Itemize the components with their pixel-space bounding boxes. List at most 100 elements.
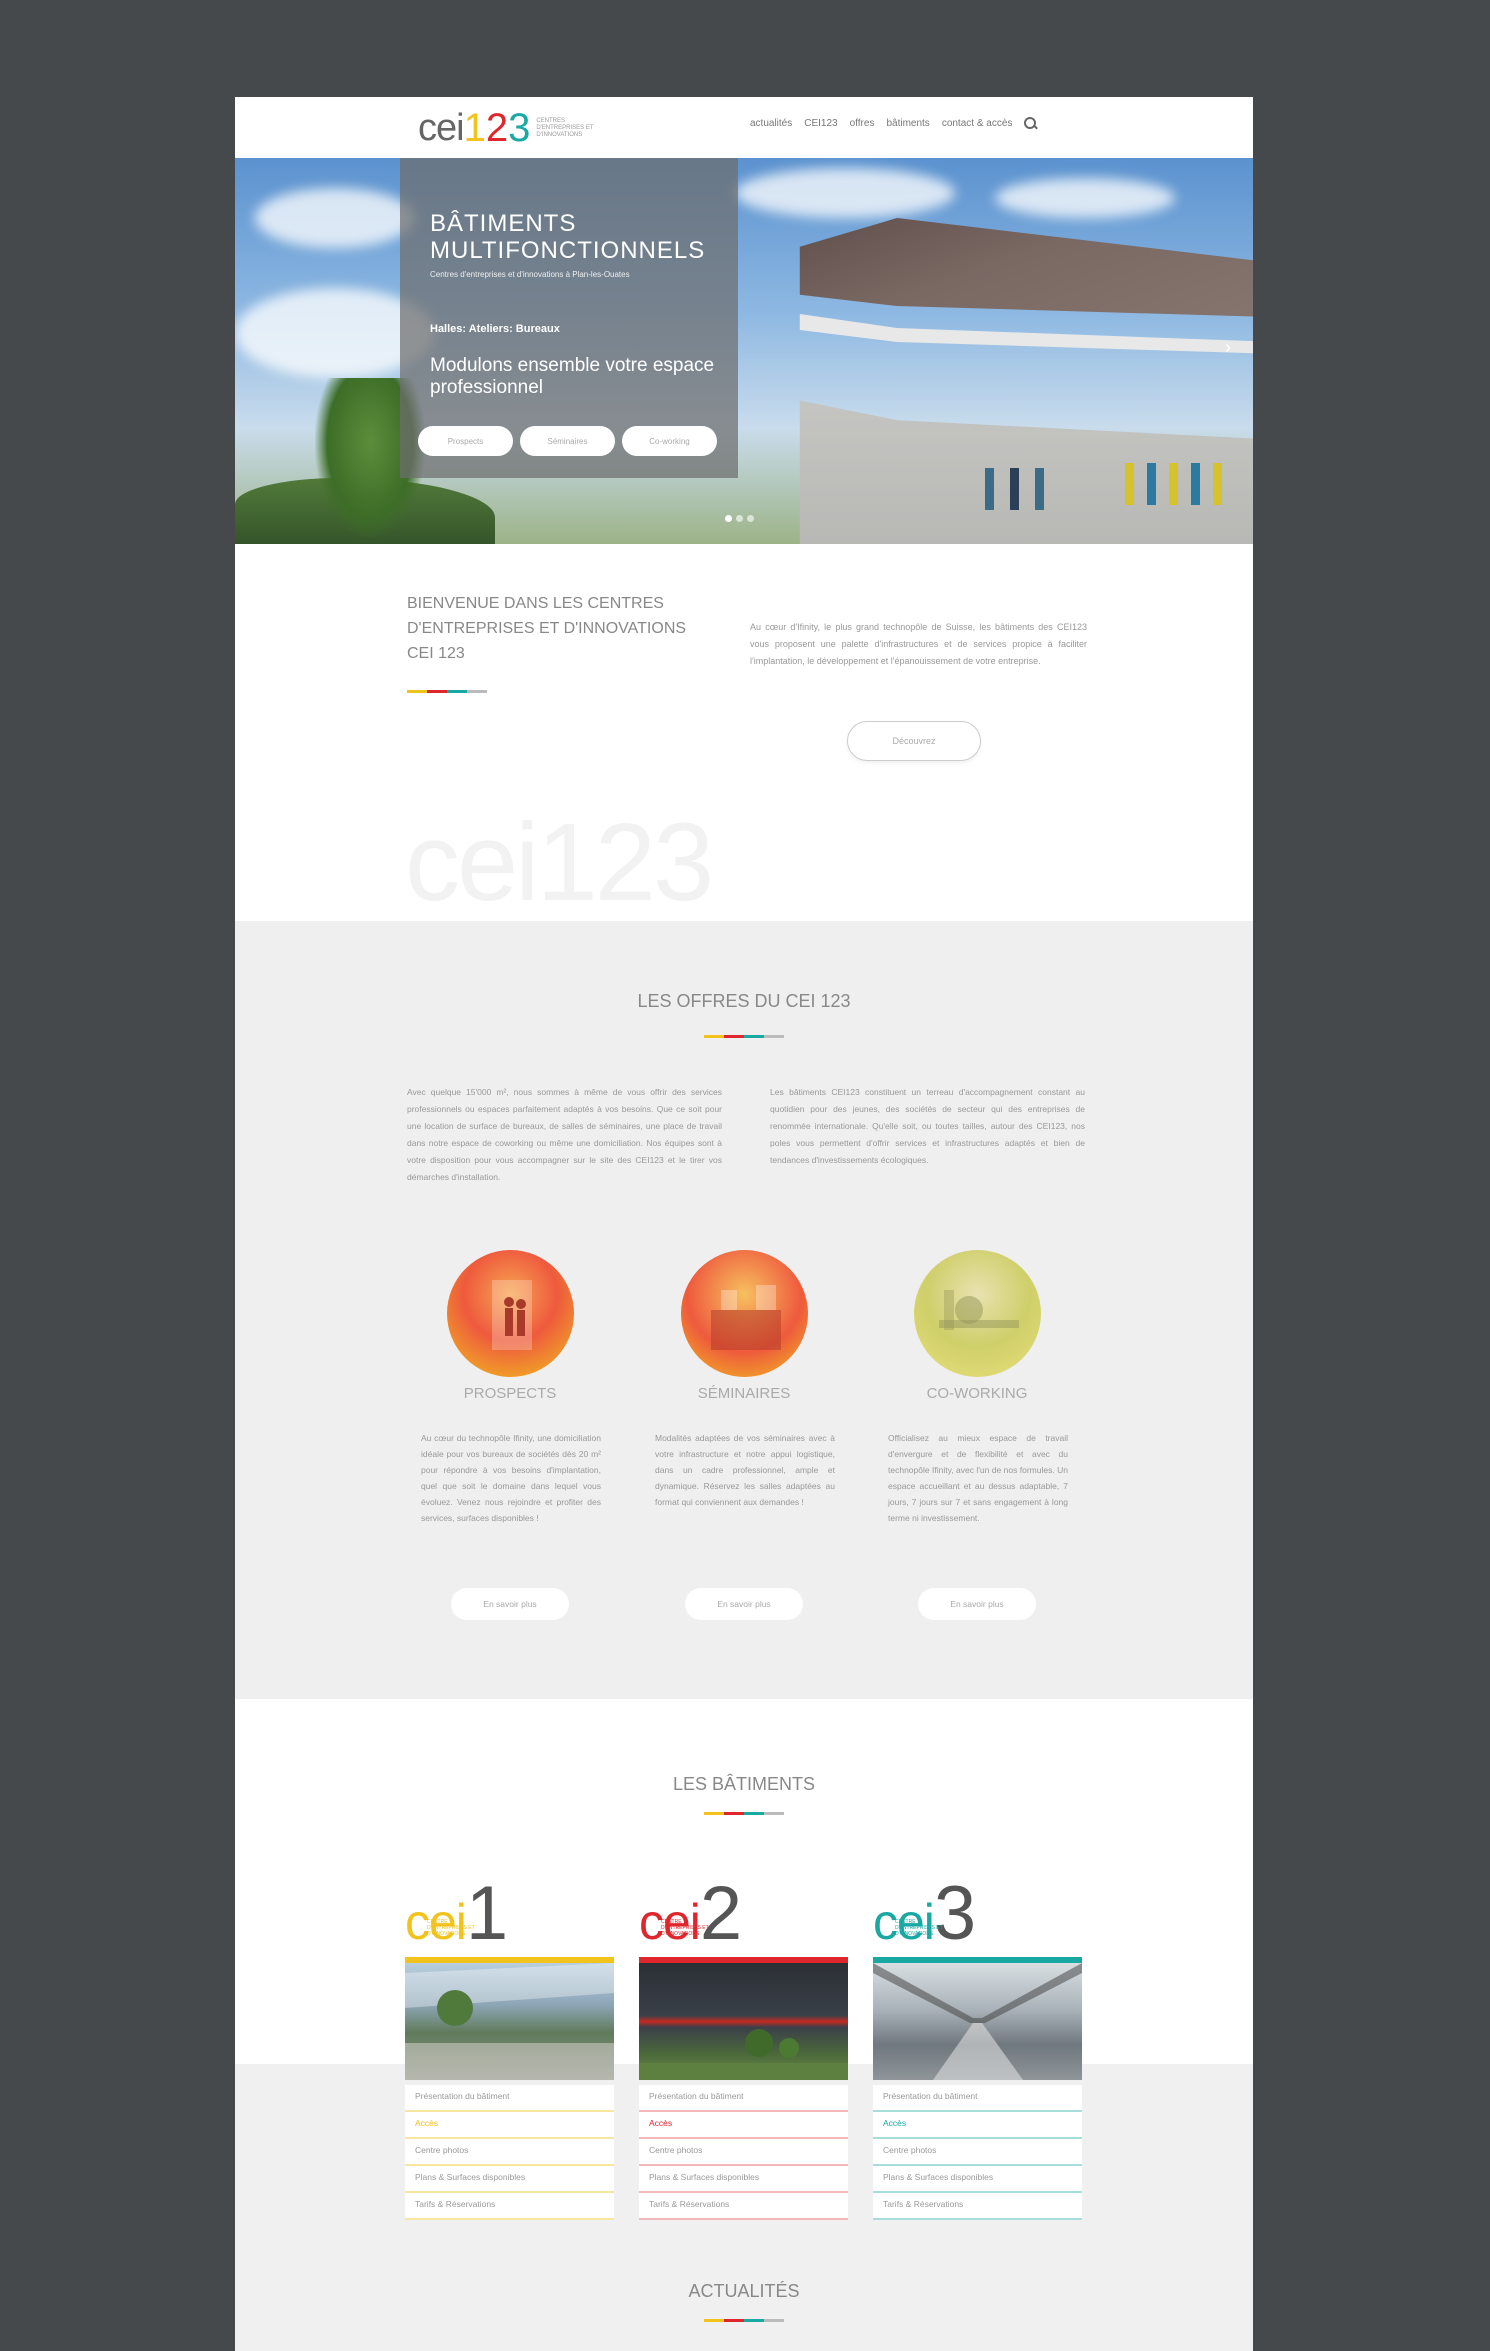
- hero-coworking-button[interactable]: Co-working: [622, 426, 717, 456]
- offer-prospects-image: [447, 1250, 574, 1377]
- building-menu: Présentation du bâtiment Accès Centre ph…: [873, 2085, 1082, 2220]
- logo-word: cei: [418, 106, 465, 149]
- nav-item-contact[interactable]: contact & accès: [942, 118, 1013, 129]
- building-window: [1169, 463, 1178, 505]
- search-icon[interactable]: [1024, 117, 1037, 130]
- building-menu-item[interactable]: Accès: [873, 2112, 1082, 2139]
- slider-dot[interactable]: [736, 515, 743, 522]
- offer-text: Officialisez au mieux espace de travail …: [888, 1433, 1068, 1523]
- building-logo-tagline: Centre d'entreprises et d'innovations: [427, 1919, 475, 1937]
- offer-text: Au cœur du technopôle Ifinity, une domic…: [421, 1433, 601, 1523]
- slider-dots: [725, 515, 754, 522]
- logo-digit-2: 2: [485, 105, 509, 150]
- building-menu-item[interactable]: Tarifs & Réservations: [405, 2193, 614, 2220]
- buildings-section: Les bâtiments cei 1 Centre d'entreprises…: [235, 1699, 1253, 2351]
- building-window: [1035, 468, 1044, 510]
- building-menu: Présentation du bâtiment Accès Centre ph…: [405, 2085, 614, 2220]
- building-window: [1213, 463, 1222, 505]
- slider-dot[interactable]: [747, 515, 754, 522]
- site-header: cei 1 2 3 Centres d'entreprises et d'inn…: [235, 97, 1253, 158]
- offer-text: Modalités adaptées de vos séminaires ave…: [655, 1433, 835, 1507]
- building-logo[interactable]: cei 3 Centre d'entreprises et d'innovati…: [873, 1867, 977, 1956]
- building-menu-item[interactable]: Présentation du bâtiment: [639, 2085, 848, 2112]
- building-menu-item[interactable]: Présentation du bâtiment: [873, 2085, 1082, 2112]
- cloud-shape: [255, 188, 415, 248]
- building-photo[interactable]: [873, 1957, 1082, 2080]
- hero-building-image: [735, 218, 1253, 544]
- building-menu-item[interactable]: Centre photos: [405, 2139, 614, 2166]
- building-logo[interactable]: cei 2 Centre d'entreprises et d'innovati…: [639, 1867, 743, 1956]
- building-menu-item[interactable]: Présentation du bâtiment: [405, 2085, 614, 2112]
- hero-prospects-button[interactable]: Prospects: [418, 426, 513, 456]
- news-title: Actualités: [688, 2281, 800, 2301]
- hero-buttons: Prospects Séminaires Co-working: [418, 426, 717, 456]
- building-menu: Présentation du bâtiment Accès Centre ph…: [639, 2085, 848, 2220]
- nav-item-buildings[interactable]: bâtiments: [886, 118, 929, 129]
- logo-digit-3: 3: [508, 105, 531, 150]
- building-window: [985, 468, 994, 510]
- title-underline: [704, 1812, 784, 1815]
- offer-more-button[interactable]: En savoir plus: [451, 1588, 569, 1620]
- discover-button[interactable]: Découvrez: [847, 721, 981, 761]
- building-menu-item[interactable]: Plans & Surfaces disponibles: [639, 2166, 848, 2193]
- building-menu-item[interactable]: Plans & Surfaces disponibles: [873, 2166, 1082, 2193]
- nav-item-cei123[interactable]: CEI123: [804, 118, 837, 129]
- offer-more-button[interactable]: En savoir plus: [918, 1588, 1036, 1620]
- building-window: [1147, 463, 1156, 505]
- hero-subtitle: Centres d'entreprises et d'innovations à…: [430, 270, 630, 279]
- chevron-right-icon[interactable]: ›: [1225, 338, 1243, 356]
- cloud-shape: [995, 178, 1175, 218]
- building-menu-item[interactable]: Tarifs & Réservations: [639, 2193, 848, 2220]
- main-nav: actualités CEI123 offres bâtiments conta…: [750, 117, 1037, 130]
- title-underline: [407, 690, 487, 693]
- hero-caption-panel: Bâtiments multifonctionnels Centres d'en…: [400, 158, 738, 478]
- offers-text-left: Avec quelque 15'000 m², nous sommes à mê…: [407, 1087, 722, 1182]
- hero-slogan: Modulons ensemble votre espace professio…: [430, 355, 715, 398]
- building-facade-upper: [799, 218, 1253, 318]
- nav-item-news[interactable]: actualités: [750, 118, 792, 129]
- building-photo[interactable]: [405, 1957, 614, 2080]
- offer-title: Séminaires: [697, 1385, 791, 1402]
- welcome-text: Au cœur d'Ifinity, le plus grand technop…: [750, 622, 1087, 666]
- hero-title: Bâtiments multifonctionnels: [430, 210, 706, 264]
- website-page: cei 1 2 3 Centres d'entreprises et d'inn…: [235, 97, 1253, 2351]
- building-menu-item[interactable]: Tarifs & Réservations: [873, 2193, 1082, 2220]
- building-logo-number: 2: [699, 1871, 743, 1956]
- title-underline: [704, 1035, 784, 1038]
- offer-seminars-image: [681, 1250, 808, 1377]
- offer-title: Prospects: [463, 1385, 557, 1402]
- building-photo[interactable]: [639, 1957, 848, 2080]
- offer-more-button[interactable]: En savoir plus: [685, 1588, 803, 1620]
- building-logo-tagline: Centre d'entreprises et d'innovations: [661, 1919, 709, 1937]
- logo-digit-1: 1: [463, 105, 486, 150]
- logo-tagline: Centres d'entreprises et d'innovations: [536, 117, 594, 138]
- offer-title: Co-working: [926, 1385, 1028, 1402]
- building-logo-number: 3: [933, 1871, 977, 1956]
- building-menu-item[interactable]: Accès: [405, 2112, 614, 2139]
- title-underline: [704, 2319, 784, 2322]
- building-window: [1125, 463, 1134, 505]
- building-logo-number: 1: [465, 1871, 509, 1956]
- building-menu-item[interactable]: Centre photos: [639, 2139, 848, 2166]
- building-logo-tagline: Centre d'entreprises et d'innovations: [895, 1919, 943, 1937]
- building-logo[interactable]: cei 1 Centre d'entreprises et d'innovati…: [405, 1867, 509, 1956]
- buildings-title: Les bâtiments: [672, 1774, 816, 1794]
- building-window: [1010, 468, 1019, 510]
- building-window: [1191, 463, 1200, 505]
- hero-slider: Bâtiments multifonctionnels Centres d'en…: [235, 158, 1253, 544]
- building-menu-item[interactable]: Centre photos: [873, 2139, 1082, 2166]
- hero-tags: Halles: Ateliers: Bureaux: [430, 323, 560, 335]
- welcome-title: Bienvenue dans les Centres d'Entreprises…: [407, 595, 687, 662]
- slider-dot[interactable]: [725, 515, 732, 522]
- cloud-shape: [735, 168, 955, 218]
- hero-seminars-button[interactable]: Séminaires: [520, 426, 615, 456]
- offers-section: Les offres du CEI 123 Avec quelque 15'00…: [235, 921, 1253, 1699]
- offer-coworking-image: [914, 1250, 1041, 1377]
- building-menu-item[interactable]: Plans & Surfaces disponibles: [405, 2166, 614, 2193]
- site-logo[interactable]: cei 1 2 3 Centres d'entreprises et d'inn…: [418, 105, 598, 151]
- building-menu-item[interactable]: Accès: [639, 2112, 848, 2139]
- nav-item-offers[interactable]: offres: [850, 118, 875, 129]
- watermark-logo: cei123: [405, 801, 714, 924]
- welcome-section: Bienvenue dans les Centres d'Entreprises…: [235, 544, 1253, 924]
- offers-title: Les offres du CEI 123: [637, 991, 851, 1011]
